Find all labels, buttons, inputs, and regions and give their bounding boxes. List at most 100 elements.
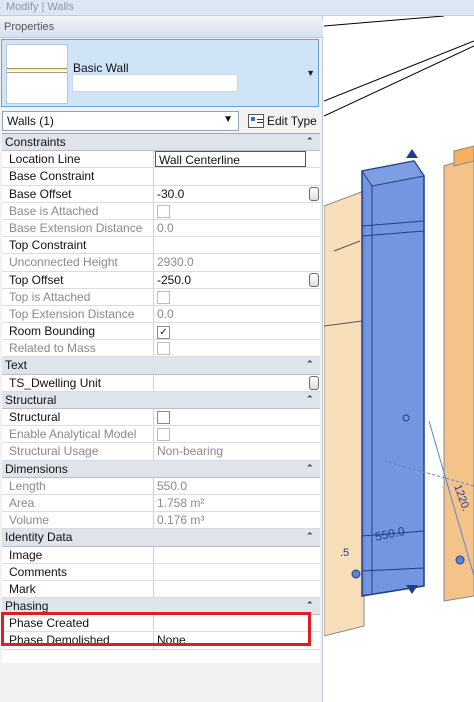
group-label: Text [5,358,28,373]
property-value-text: 0.176 m³ [157,513,205,528]
property-label: Phase Demolished [2,632,154,649]
element-filter-select[interactable]: Walls (1) ▼ [2,111,239,131]
drag-arrow-down-icon [406,585,418,594]
property-label: Location Line [2,151,154,168]
value-slider-handle[interactable] [309,186,319,201]
collapse-icon[interactable]: ⌃ [306,392,320,408]
properties-palette: Properties Basic Wall ▼ Walls (1) ▼ Edit… [0,16,323,702]
property-value: 2930.0 [154,254,320,270]
edit-type-icon [248,114,264,128]
property-value[interactable] [154,615,320,631]
property-label: Base Extension Distance [2,219,154,237]
property-row-top-constraint: Top Constraint [2,237,320,255]
drag-arrow-up-icon [406,149,418,158]
chevron-down-icon[interactable]: ▼ [306,68,315,78]
filter-row: Walls (1) ▼ Edit Type [2,111,320,131]
property-label: Top is Attached [2,288,154,305]
property-row-room-bounding: Room Bounding ✓ [2,323,320,341]
property-value[interactable]: Wall Centerline [155,151,306,168]
collapse-icon[interactable]: ⌃ [306,134,320,150]
window-title: Modify | Walls [0,0,474,16]
group-label: Structural [5,392,57,407]
property-row-related-to-mass: Related to Mass [2,340,320,358]
property-row-base-extension-distance: Base Extension Distance 0.0 [2,219,320,238]
property-row-phase-demolished: Phase Demolished None [2,632,320,650]
property-row-structural-usage: Structural Usage Non-bearing [2,443,320,461]
checkbox-icon[interactable] [157,411,170,424]
property-value [154,289,320,305]
3d-view-canvas: 550.0 1220. .5 [324,16,474,637]
checkbox-icon [157,204,170,218]
property-row-unconnected-height: Unconnected Height 2930.0 [2,254,320,272]
property-value[interactable] [154,237,320,253]
checkbox-checked-icon[interactable]: ✓ [157,326,170,340]
property-value: 550.0 [154,478,320,494]
collapse-icon[interactable]: ⌃ [306,598,320,614]
orange-wall-surface [443,155,474,602]
property-row-phase-created: Phase Created [2,615,320,633]
collapse-icon[interactable]: ⌃ [306,529,320,545]
property-row-comments: Comments [2,563,320,581]
property-row-top-extension-distance: Top Extension Distance 0.0 [2,305,320,324]
property-value-text: Wall Centerline [159,153,240,168]
property-value-text: 2930.0 [157,255,194,270]
checkbox-icon [157,428,170,442]
group-header-text[interactable]: Text ⌃ [2,357,320,375]
property-value[interactable] [154,581,320,597]
property-label: Top Constraint [2,237,154,254]
property-row-location-line: Location Line Wall Centerline [2,151,320,169]
property-label: Base is Attached [2,202,154,219]
property-row-length: Length 550.0 [2,477,320,495]
collapse-icon[interactable]: ⌃ [306,461,320,477]
property-value[interactable] [154,547,320,563]
property-value[interactable]: ✓ [154,323,320,340]
property-value-text: 1.758 m² [157,495,205,510]
property-label: Unconnected Height [2,254,154,271]
property-label: Base Offset [2,185,154,202]
property-value: 0.0 [154,220,320,236]
property-label: Room Bounding [2,323,154,340]
property-label: Structural [2,409,154,426]
property-value[interactable] [154,409,320,425]
property-label: Phase Created [2,615,154,632]
property-value: 0.0 [154,306,320,322]
property-value[interactable]: -250.0 [154,272,320,288]
group-header-dimensions[interactable]: Dimensions ⌃ [2,460,320,478]
property-row-ts-dwelling-unit: TS_Dwelling Unit [2,374,320,392]
edit-type-button[interactable]: Edit Type [245,111,320,131]
property-label: Length [2,477,154,494]
group-header-identity-data[interactable]: Identity Data ⌃ [2,529,320,547]
group-header-constraints[interactable]: Constraints ⌃ [2,134,320,152]
group-label: Identity Data [5,530,73,545]
checkbox-icon [157,342,170,356]
wall-type-preview-icon [6,44,68,104]
type-name-field[interactable] [72,74,238,92]
property-value [154,203,320,219]
property-label: Enable Analytical Model [2,426,154,443]
property-row-image: Image [2,546,320,564]
group-label: Phasing [5,599,49,614]
property-label: Structural Usage [2,443,154,460]
property-value[interactable] [154,564,320,580]
property-label: Area [2,494,154,512]
property-value[interactable] [154,168,320,184]
property-value[interactable] [154,375,320,391]
property-label: Related to Mass [2,340,154,357]
group-header-phasing[interactable]: Phasing ⌃ [2,598,320,616]
group-header-structural[interactable]: Structural ⌃ [2,391,320,409]
type-selector[interactable]: Basic Wall ▼ [1,39,319,107]
property-value: 0.176 m³ [154,512,320,528]
value-slider-handle[interactable] [309,272,319,287]
value-slider-handle[interactable] [309,375,319,390]
property-label: Mark [2,580,154,598]
property-label: TS_Dwelling Unit [2,374,154,391]
property-row-area: Area 1.758 m² [2,494,320,513]
property-value [154,426,320,442]
property-value-text: -30.0 [157,186,185,201]
property-value-text: 550.0 [157,478,188,493]
3d-viewport[interactable]: 550.0 1220. .5 [324,16,474,702]
collapse-icon[interactable]: ⌃ [306,357,320,373]
property-value[interactable]: -30.0 [154,186,320,202]
property-value[interactable]: None [154,632,320,648]
property-row-top-is-attached: Top is Attached [2,288,320,306]
